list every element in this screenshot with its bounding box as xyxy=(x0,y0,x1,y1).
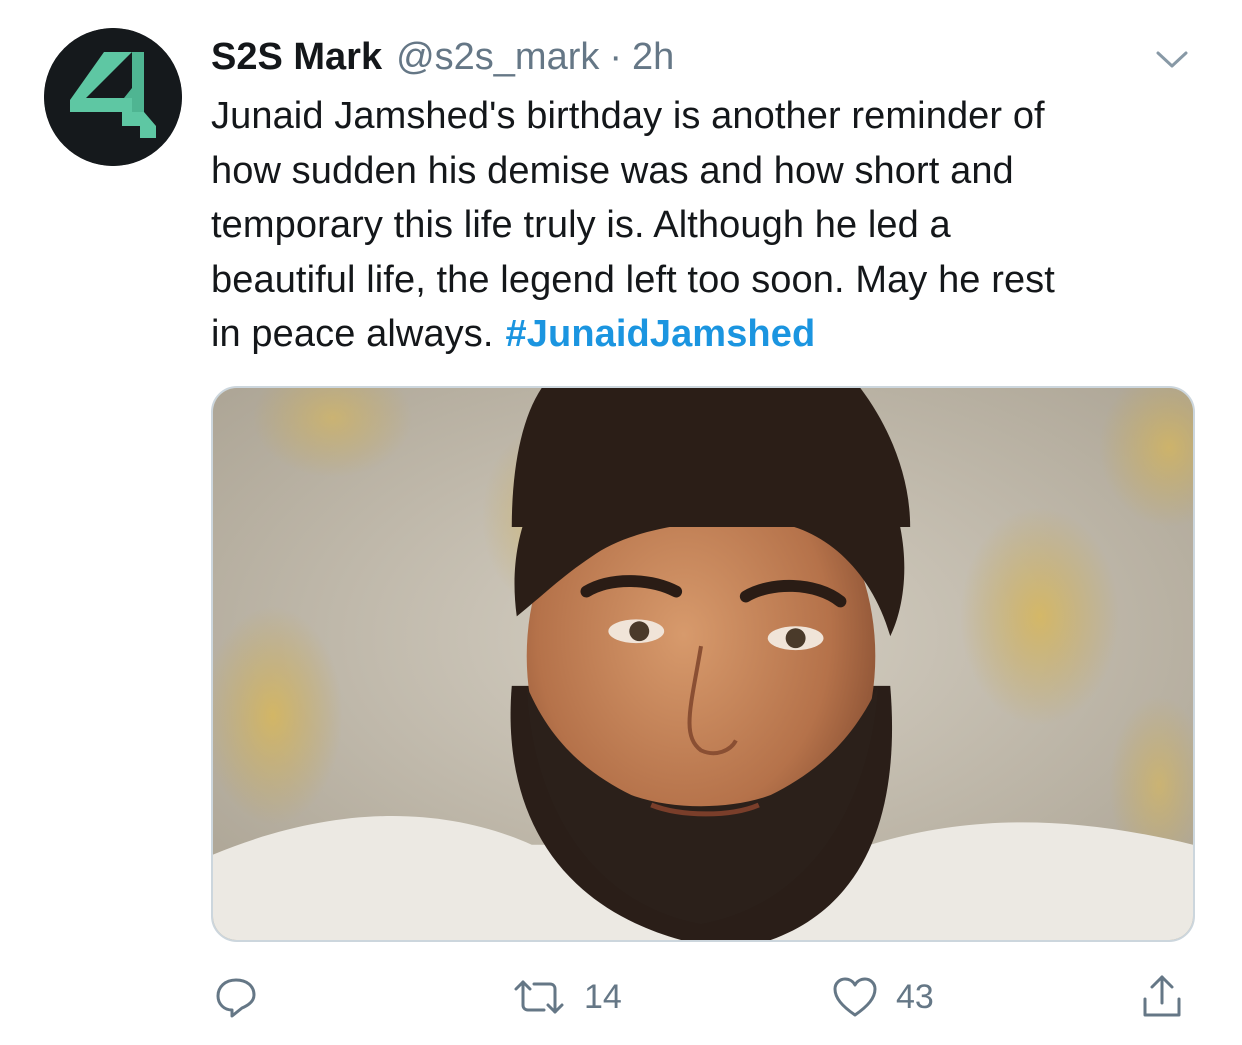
user-handle[interactable]: @s2s_mark xyxy=(396,32,599,82)
share-icon xyxy=(1143,975,1181,1017)
author-avatar[interactable] xyxy=(44,28,182,166)
tweet-photo[interactable] xyxy=(211,386,1195,942)
timestamp[interactable]: 2h xyxy=(632,32,674,82)
hashtag-link[interactable]: #JunaidJamshed xyxy=(506,313,816,355)
s2s-logo-icon xyxy=(44,28,182,166)
tweet-text: Junaid Jamshed's birthday is another rem… xyxy=(211,89,1211,362)
separator-dot: · xyxy=(609,36,623,78)
tweet-card[interactable]: S2S Mark @s2s_mark · 2h Junaid Jamshed's… xyxy=(0,0,1242,1045)
tweet-text-line: how sudden his demise was and how short … xyxy=(211,149,1014,192)
reply-icon xyxy=(216,978,256,1018)
retweet-count: 14 xyxy=(584,977,622,1016)
tweet-text-line-last: in peace always. #JunaidJamshed xyxy=(211,307,1211,362)
tweet-text-fragment: in peace always. xyxy=(211,313,494,355)
more-options-button[interactable] xyxy=(1150,40,1194,80)
tweet-header: S2S Mark @s2s_mark · 2h xyxy=(211,32,674,82)
share-button[interactable] xyxy=(1140,965,1202,1029)
tweet-text-line: Junaid Jamshed's birthday is another rem… xyxy=(211,95,1045,137)
retweet-icon xyxy=(514,980,564,1014)
heart-icon xyxy=(833,977,877,1017)
tweet-actions: 14 43 xyxy=(0,965,1242,1029)
portrait-photo-icon xyxy=(213,388,1193,940)
chevron-down-icon xyxy=(1156,51,1188,68)
like-count: 43 xyxy=(896,977,934,1016)
reply-button[interactable] xyxy=(214,965,276,1029)
like-button[interactable]: 43 xyxy=(832,965,934,1029)
display-name[interactable]: S2S Mark xyxy=(211,32,382,82)
tweet-text-line: temporary this life truly is. Although h… xyxy=(211,204,951,246)
retweet-button[interactable]: 14 xyxy=(512,965,622,1029)
tweet-text-line: beautiful life, the legend left too soon… xyxy=(211,258,1055,301)
